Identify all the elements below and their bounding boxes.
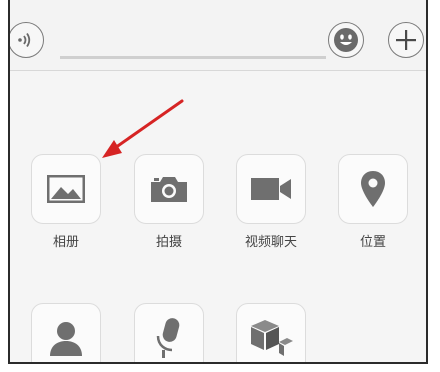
camera-label: 拍摄 xyxy=(155,235,182,250)
message-input[interactable] xyxy=(60,56,326,59)
location-button[interactable] xyxy=(338,154,408,224)
input-toolbar xyxy=(10,0,426,71)
voice-input-button[interactable] xyxy=(134,303,204,362)
voice-icon xyxy=(18,32,31,48)
emoji-icon xyxy=(334,28,358,52)
album-label: 相册 xyxy=(52,235,79,250)
contact-card-icon xyxy=(50,322,82,356)
video-chat-button[interactable] xyxy=(236,154,306,224)
album-button[interactable] xyxy=(31,154,101,224)
more-panel: 相册 拍摄 视频聊天 位置 xyxy=(10,71,426,362)
microphone-icon xyxy=(156,318,180,358)
chat-window: 相册 拍摄 视频聊天 位置 xyxy=(8,0,428,364)
camera-button[interactable] xyxy=(134,154,204,224)
emoji-button[interactable] xyxy=(328,22,364,58)
location-icon xyxy=(361,171,385,207)
video-icon xyxy=(251,178,291,200)
contact-card-button[interactable] xyxy=(31,303,101,362)
cube-icon xyxy=(251,320,293,356)
image-icon xyxy=(47,175,85,203)
voice-button[interactable] xyxy=(10,22,44,58)
location-label: 位置 xyxy=(359,235,386,250)
camera-icon xyxy=(151,177,187,202)
video-chat-label: 视频聊天 xyxy=(244,235,297,250)
more-button[interactable] xyxy=(388,22,424,58)
cube-button[interactable] xyxy=(236,303,306,362)
plus-icon xyxy=(396,30,416,50)
